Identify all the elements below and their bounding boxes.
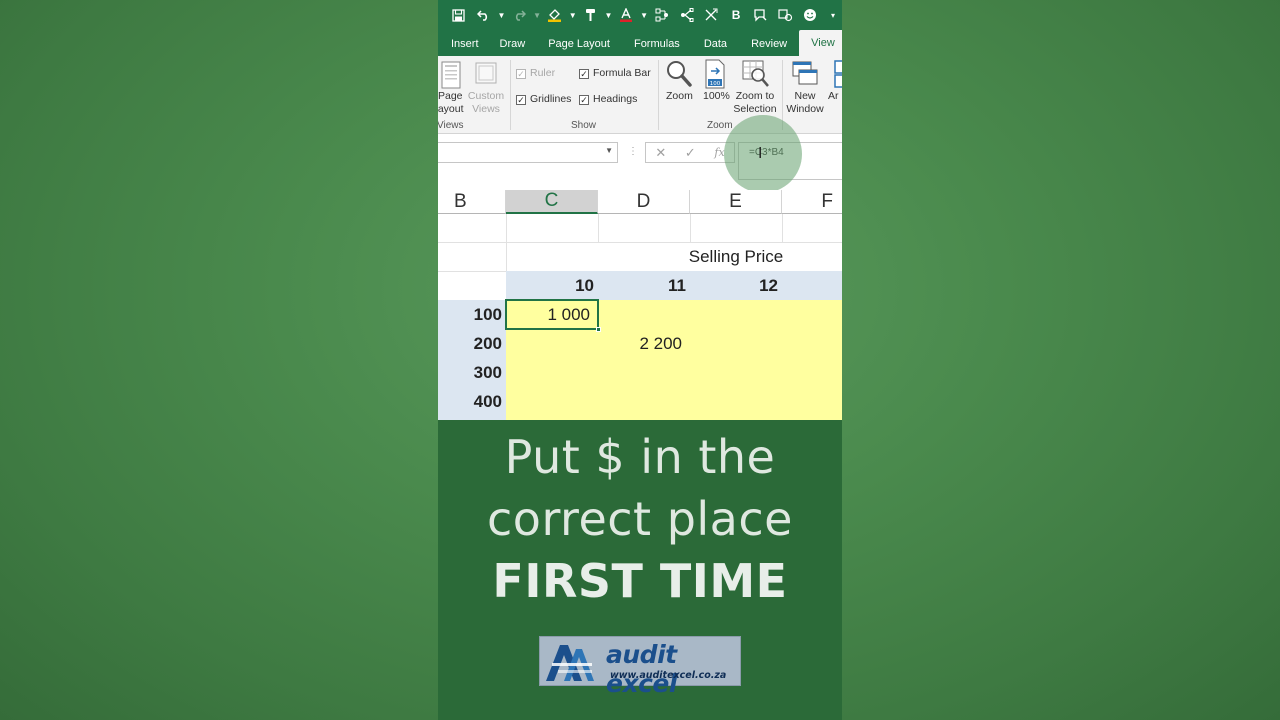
fill-handle[interactable]	[596, 327, 601, 332]
tab-review[interactable]: Review	[739, 32, 799, 56]
gridline	[782, 214, 783, 242]
zoom-100-badge: 100	[710, 81, 721, 87]
zoom-100-button[interactable]: 100%	[703, 90, 730, 102]
active-cell-outline	[505, 299, 601, 332]
cursor-highlight	[724, 115, 802, 193]
gridline	[690, 214, 691, 242]
quantity-200[interactable]: 200	[438, 329, 502, 358]
column-header-b[interactable]: B	[438, 190, 506, 214]
ribbon-tabs: Insert Draw Page Layout Formulas Data Re…	[438, 30, 842, 56]
logo-mark-icon	[546, 645, 594, 681]
tab-data[interactable]: Data	[692, 32, 739, 56]
result-cell-d5[interactable]: 2 200	[598, 329, 682, 358]
column-header-f[interactable]: F	[782, 190, 842, 214]
headings-checkbox[interactable]: ✓ Headings	[579, 93, 637, 105]
chevron-down-icon[interactable]: ▼	[569, 4, 577, 26]
fill-color-icon[interactable]	[544, 4, 566, 26]
zoom-to-selection-button[interactable]: Zoom to Selection	[732, 90, 778, 116]
enter-icon[interactable]: ✓	[685, 145, 696, 161]
chevron-down-icon[interactable]: ▼	[497, 4, 505, 26]
tab-formulas[interactable]: Formulas	[622, 32, 692, 56]
caption-line-1: Put $ in the	[504, 430, 776, 484]
magnifier-icon[interactable]	[666, 60, 692, 93]
tab-view[interactable]: View	[799, 30, 842, 56]
redo-icon[interactable]	[508, 4, 530, 26]
evaluate-formula-icon[interactable]	[775, 4, 797, 26]
quick-access-toolbar: ▼ ▼ ▼ ▼ ▼ B ▾	[438, 0, 842, 30]
show-group-label: Show	[571, 120, 597, 131]
zoom-100-icon[interactable]: 100	[703, 59, 727, 94]
price-header-12[interactable]: 12	[690, 271, 778, 300]
chevron-down-icon[interactable]: ▼	[605, 146, 613, 155]
trace-precedents-icon[interactable]	[651, 4, 673, 26]
gridline	[598, 214, 599, 242]
views-group-label: Views	[438, 120, 464, 131]
chevron-down-icon[interactable]: ▼	[640, 4, 648, 26]
zoom-button[interactable]: Zoom	[666, 90, 693, 102]
ribbon-separator	[658, 60, 659, 130]
gridline	[438, 271, 506, 272]
formula-bar-grip[interactable]: ⋮	[628, 146, 638, 157]
quantity-300[interactable]: 300	[438, 358, 502, 387]
selling-price-title[interactable]: Selling Price	[598, 243, 842, 271]
gridline	[506, 242, 507, 271]
arrange-all-icon[interactable]	[834, 60, 842, 93]
custom-views-icon	[474, 61, 498, 92]
formula-bar-checkbox[interactable]: ✓ Formula Bar	[579, 67, 651, 79]
video-caption: Put $ in the correct place FIRST TIME au…	[438, 420, 842, 720]
tab-insert[interactable]: Insert	[438, 32, 491, 56]
zoom-to-selection-icon[interactable]	[742, 60, 770, 93]
save-icon[interactable]	[448, 4, 470, 26]
show-formulas-icon[interactable]	[750, 4, 772, 26]
chevron-down-icon[interactable]: ▼	[604, 4, 612, 26]
trace-dependents-icon[interactable]	[676, 4, 698, 26]
ribbon-separator	[510, 60, 511, 130]
audit-excel-logo: audit excel www.auditexcel.co.za	[539, 636, 741, 698]
column-header-e[interactable]: E	[690, 190, 782, 214]
gridline	[506, 214, 507, 242]
tab-draw[interactable]: Draw	[491, 32, 537, 56]
smiley-icon[interactable]	[799, 4, 821, 26]
quantity-100[interactable]: 100	[438, 300, 502, 329]
logo-url: www.auditexcel.co.za	[610, 670, 727, 681]
arrange-all-button[interactable]: Ar	[828, 90, 839, 102]
gridlines-checkbox[interactable]: ✓ Gridlines	[516, 93, 571, 105]
customize-icon[interactable]: ▾	[824, 4, 842, 26]
name-box[interactable]: ▼	[438, 142, 618, 163]
custom-views-button: Custom Views	[467, 90, 505, 115]
quantity-400[interactable]: 400	[438, 387, 502, 416]
font-color-icon[interactable]	[615, 4, 637, 26]
zoom-group-label: Zoom	[707, 120, 733, 131]
format-painter-icon[interactable]	[580, 4, 602, 26]
new-window-button[interactable]: New Window	[784, 90, 826, 116]
price-header-11[interactable]: 11	[598, 271, 686, 300]
column-header-c[interactable]: C	[506, 190, 598, 214]
text-cursor-icon: I	[758, 144, 763, 162]
chevron-down-icon[interactable]: ▼	[533, 4, 541, 26]
price-header-10[interactable]: 10	[506, 271, 594, 300]
ruler-checkbox: ✓ Ruler	[516, 67, 556, 79]
page-layout-view-button[interactable]: PageLayout	[438, 90, 464, 116]
remove-arrows-icon[interactable]	[700, 4, 722, 26]
bold-icon[interactable]: B	[725, 4, 747, 26]
caption-line-2: correct place	[487, 492, 793, 546]
cancel-icon[interactable]: ✕	[655, 145, 666, 161]
new-window-icon[interactable]	[792, 60, 818, 93]
undo-icon[interactable]	[473, 4, 495, 26]
logo-wordmark: audit excel	[606, 640, 677, 698]
spreadsheet-grid[interactable]: B C D E F Selling Price 10 11 12 100 200…	[438, 190, 842, 420]
formula-buttons: ✕ ✓ fx	[645, 142, 735, 163]
tab-page-layout[interactable]: Page Layout	[536, 32, 622, 56]
caption-line-3: FIRST TIME	[492, 554, 788, 608]
column-header-d[interactable]: D	[598, 190, 690, 214]
excel-video-panel: ▼ ▼ ▼ ▼ ▼ B ▾ Insert Draw Page Layout Fo…	[438, 0, 842, 720]
